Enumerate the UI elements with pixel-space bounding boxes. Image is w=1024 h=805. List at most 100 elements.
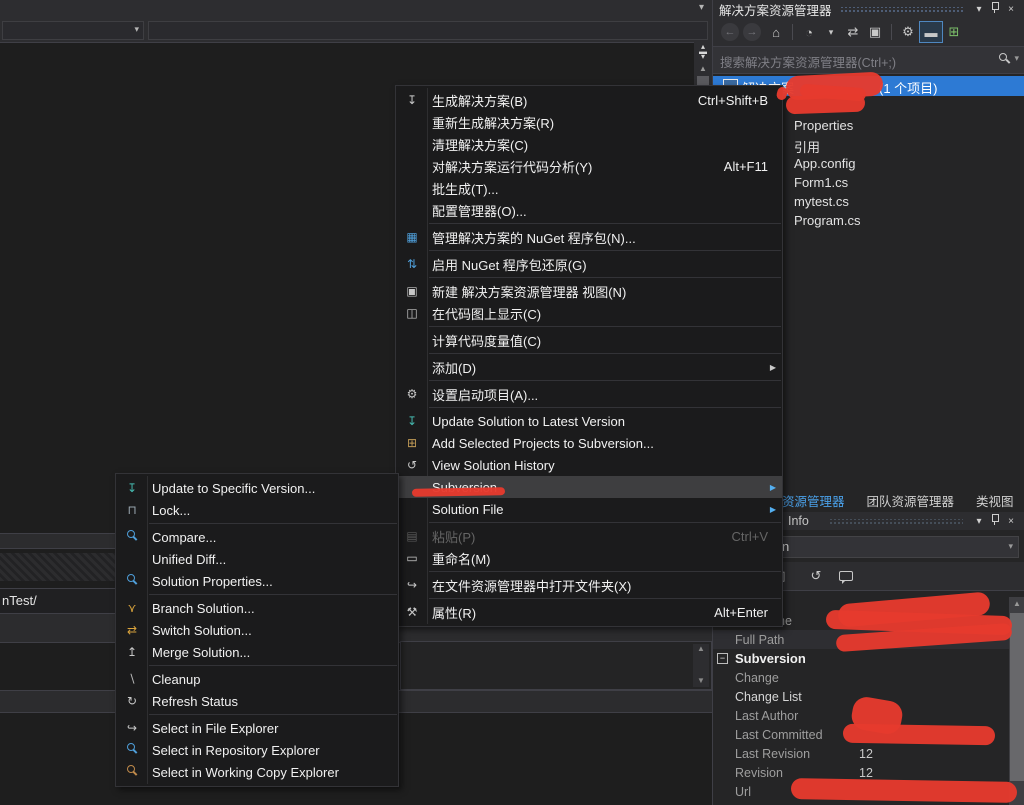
- menu-item-view-solution-history[interactable]: ↺View Solution History: [396, 454, 782, 476]
- scroll-up-icon[interactable]: ▲: [1009, 599, 1024, 608]
- menu-item-batch-build[interactable]: 批生成(T)...: [396, 177, 782, 199]
- menu-item-icon: ⊞: [396, 436, 428, 450]
- solution-explorer-titlebar[interactable]: 解决方案资源管理器 ▾ ×: [713, 0, 1024, 18]
- menu-item-merge-solution[interactable]: ↥Merge Solution...: [116, 641, 398, 663]
- menu-item-refresh-status[interactable]: ↻Refresh Status: [116, 690, 398, 712]
- tree-item[interactable]: Properties: [794, 118, 853, 137]
- menu-item-configuration-manager[interactable]: 配置管理器(O)...: [396, 199, 782, 221]
- pin-icon[interactable]: [987, 2, 1003, 16]
- menu-item-branch-solution[interactable]: ⋎Branch Solution...: [116, 597, 398, 619]
- menu-item-shortcut: Alt+Enter: [714, 605, 782, 620]
- collapse-box-icon[interactable]: −: [717, 653, 728, 664]
- menu-item-paste[interactable]: ▤粘贴(P)Ctrl+V: [396, 525, 782, 547]
- menu-item-icon: ▦: [396, 230, 428, 244]
- menu-item-label: 重新生成解决方案(R): [428, 113, 554, 132]
- toolbar-combobox[interactable]: ▾: [2, 21, 144, 40]
- menu-item-select-in-repository-explorer[interactable]: Select in Repository Explorer: [116, 739, 398, 761]
- magnifier-icon: [127, 574, 138, 585]
- menu-item-rebuild-solution[interactable]: 重新生成解决方案(R): [396, 111, 782, 133]
- home-icon[interactable]: ⌂: [765, 22, 787, 42]
- chevron-down-icon[interactable]: ▾: [1014, 53, 1019, 64]
- window-position-icon[interactable]: ▾: [971, 4, 987, 15]
- panel-title: 解决方案资源管理器: [719, 0, 832, 19]
- menu-item-label: Refresh Status: [148, 694, 238, 709]
- close-icon[interactable]: ×: [1003, 516, 1019, 527]
- standard-toolbar: ▾: [0, 18, 712, 43]
- mini-scrollbar[interactable]: ▲▼: [693, 644, 709, 687]
- menu-item-label: Merge Solution...: [148, 645, 250, 660]
- back-icon[interactable]: ←: [721, 23, 739, 41]
- toolbar-search-box[interactable]: [148, 21, 708, 40]
- property-row-subversion[interactable]: −Subversion: [713, 649, 1009, 668]
- info-combobox[interactable]: n ▾: [771, 536, 1019, 558]
- redaction-scribble: [412, 487, 505, 497]
- search-icon[interactable]: [999, 53, 1010, 64]
- menu-item-unified-diff[interactable]: Unified Diff...: [116, 548, 398, 570]
- menu-item-run-code-analysis[interactable]: 对解决方案运行代码分析(Y)Alt+F11: [396, 155, 782, 177]
- forward-icon[interactable]: →: [743, 23, 761, 41]
- window-position-icon[interactable]: ▾: [971, 516, 987, 527]
- refresh-icon[interactable]: ⇄: [842, 22, 864, 42]
- menu-item-cleanup[interactable]: ∖Cleanup: [116, 668, 398, 690]
- menu-item-icon: [116, 574, 148, 588]
- menu-item-lock[interactable]: ⊓Lock...: [116, 499, 398, 521]
- solution-context-menu: ↧生成解决方案(B)Ctrl+Shift+B 重新生成解决方案(R) 清理解决方案(…: [395, 85, 783, 627]
- menu-item-add-selected-projects-to-subversion[interactable]: ⊞Add Selected Projects to Subversion...: [396, 432, 782, 454]
- show-all-files-icon[interactable]: ▬: [919, 21, 943, 43]
- menu-item-clean-solution[interactable]: 清理解决方案(C): [396, 133, 782, 155]
- collapse-all-icon[interactable]: ▣: [864, 22, 886, 42]
- menu-item-update-solution-to-latest-version[interactable]: ↧Update Solution to Latest Version: [396, 410, 782, 432]
- menu-item-icon: ⇄: [116, 623, 148, 637]
- menu-item-update-to-specific-version[interactable]: ↧Update to Specific Version...: [116, 477, 398, 499]
- menu-item-set-startup-projects[interactable]: ⚙设置启动项目(A)...: [396, 383, 782, 405]
- menu-item-switch-solution[interactable]: ⇄Switch Solution...: [116, 619, 398, 641]
- menu-item-label: Compare...: [148, 530, 216, 545]
- menu-item-properties[interactable]: ⚒属性(R)Alt+Enter: [396, 601, 782, 623]
- menu-item-label: 批生成(T)...: [428, 179, 498, 198]
- menu-item-add[interactable]: 添加(D)▶: [396, 356, 782, 378]
- pin-icon[interactable]: [987, 514, 1003, 528]
- menu-item-solution-file[interactable]: Solution File▶: [396, 498, 782, 520]
- sync-with-active-document-icon[interactable]: ⊞: [943, 22, 965, 42]
- menu-item-open-folder-in-file-explorer[interactable]: ↪在文件资源管理器中打开文件夹(X): [396, 574, 782, 596]
- pending-changes-dropdown-icon[interactable]: ▾: [820, 22, 842, 42]
- menu-item-select-in-file-explorer[interactable]: ↪Select in File Explorer: [116, 717, 398, 739]
- solution-explorer-search[interactable]: 搜索解决方案资源管理器(Ctrl+;) ▾: [713, 47, 1024, 74]
- toolbar-overflow-icon[interactable]: ▾: [699, 2, 704, 13]
- menu-separator: [429, 223, 781, 224]
- menu-item-rename[interactable]: ▭重命名(M): [396, 547, 782, 569]
- comment-icon[interactable]: [835, 566, 857, 586]
- tree-item[interactable]: mytest.cs: [794, 194, 849, 213]
- tree-item[interactable]: App.config: [794, 156, 855, 175]
- tab-团队资源管理器[interactable]: 团队资源管理器: [856, 491, 966, 510]
- redaction-scribble: [791, 778, 1017, 803]
- menu-item-new-solution-explorer-view[interactable]: ▣新建 解决方案资源管理器 视图(N): [396, 280, 782, 302]
- menu-item-select-in-working-copy-explorer[interactable]: Select in Working Copy Explorer: [116, 761, 398, 783]
- tree-item[interactable]: Form1.cs: [794, 175, 848, 194]
- property-row-change[interactable]: Change: [713, 668, 1009, 687]
- scroll-up-icon[interactable]: ▲: [696, 64, 710, 73]
- tree-item[interactable]: 引用: [794, 137, 820, 156]
- tab-类视图[interactable]: 类视图: [965, 491, 1024, 510]
- property-label: Last Committed: [735, 728, 859, 742]
- menu-item-show-on-code-map[interactable]: ◫在代码图上显示(C): [396, 302, 782, 324]
- menu-item-build-solution[interactable]: ↧生成解决方案(B)Ctrl+Shift+B: [396, 89, 782, 111]
- close-icon[interactable]: ×: [1003, 4, 1019, 15]
- scrollbar-thumb[interactable]: [1010, 613, 1024, 781]
- menu-item-label: 清理解决方案(C): [428, 135, 528, 154]
- pending-changes-icon[interactable]: ◔: [798, 22, 820, 42]
- menu-item-icon: ▭: [396, 551, 428, 565]
- menu-item-label: Cleanup: [148, 672, 200, 687]
- property-row-last-revision[interactable]: Last Revision12: [713, 744, 1009, 763]
- menu-item-calculate-code-metrics[interactable]: 计算代码度量值(C): [396, 329, 782, 351]
- menu-item-enable-nuget-restore[interactable]: ⇅启用 NuGet 程序包还原(G): [396, 253, 782, 275]
- splitter-handle-icon[interactable]: ▴▬▾: [696, 44, 710, 60]
- menu-item-compare[interactable]: Compare...: [116, 526, 398, 548]
- properties-icon[interactable]: ⚙: [897, 22, 919, 42]
- history-icon[interactable]: ↺: [805, 566, 827, 586]
- menu-item-manage-nuget-packages[interactable]: ▦管理解决方案的 NuGet 程序包(N)...: [396, 226, 782, 248]
- menu-separator: [429, 380, 781, 381]
- tree-item[interactable]: Program.cs: [794, 213, 860, 232]
- menu-item-solution-properties[interactable]: Solution Properties...: [116, 570, 398, 592]
- menu-item-icon: ↻: [116, 694, 148, 708]
